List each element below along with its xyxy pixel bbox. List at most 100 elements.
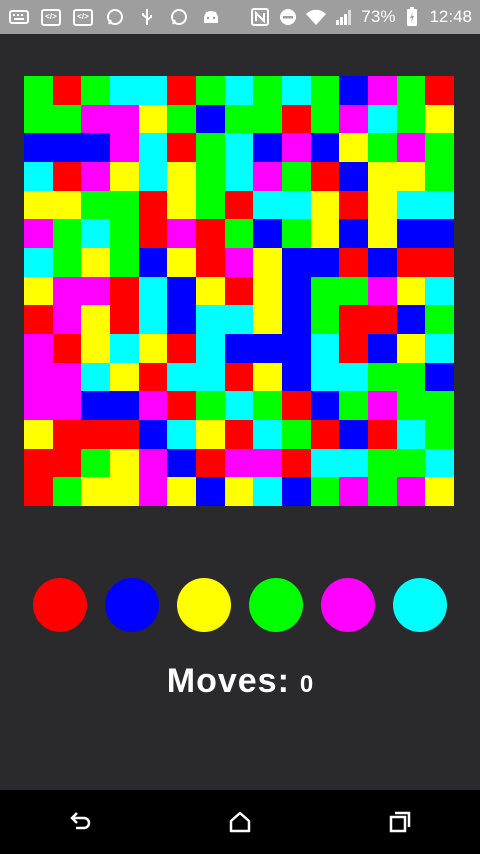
board-cell [52, 133, 82, 162]
board-cell [253, 276, 282, 306]
board-cell [81, 133, 110, 162]
home-button[interactable] [210, 802, 270, 842]
board-cell [396, 276, 426, 306]
color-button-yellow[interactable] [177, 578, 231, 632]
board-cell [224, 419, 254, 449]
board-cell [167, 391, 196, 420]
moves-value: 0 [299, 671, 314, 698]
board-cell [224, 190, 254, 220]
board-cell [281, 391, 311, 420]
board-cell [109, 477, 139, 506]
board-cell [253, 247, 282, 277]
board-cell [367, 104, 397, 134]
board-cell [195, 104, 225, 134]
board-cell [52, 477, 82, 506]
whatsapp-icon [104, 8, 126, 26]
board-cell [367, 190, 397, 220]
color-button-green[interactable] [249, 578, 303, 632]
board-cell [24, 276, 53, 306]
board-cell [52, 391, 82, 420]
color-button-cyan[interactable] [393, 578, 447, 632]
board-cell [195, 76, 225, 105]
board-cell [367, 305, 397, 334]
board-cell [253, 419, 282, 449]
board-cell [310, 419, 340, 449]
board-cell [310, 448, 340, 478]
moves-label: Moves: [166, 662, 290, 700]
board-cell [310, 161, 340, 191]
board-cell [24, 391, 53, 420]
board-cell [138, 104, 168, 134]
board-cell [339, 76, 368, 105]
board-cell [396, 247, 426, 277]
board-cell [367, 161, 397, 191]
board-cell [425, 477, 454, 506]
board-cell [367, 276, 397, 306]
board-cell [109, 161, 139, 191]
back-button[interactable] [50, 802, 110, 842]
board-cell [253, 391, 282, 420]
board-cell [81, 391, 110, 420]
board-cell [396, 333, 426, 363]
board-cell [310, 276, 340, 306]
recents-button[interactable] [370, 802, 430, 842]
board-cell [339, 247, 368, 277]
moves-counter: Moves: 0 [0, 662, 480, 701]
board-cell [339, 419, 368, 449]
board-cell [367, 419, 397, 449]
board-cell [396, 161, 426, 191]
board-cell [138, 161, 168, 191]
board-cell [195, 391, 225, 420]
board-cell [310, 190, 340, 220]
board-cell [425, 161, 454, 191]
color-button-blue[interactable] [105, 578, 159, 632]
board-cell [81, 219, 110, 248]
board-cell [224, 76, 254, 105]
color-button-red[interactable] [33, 578, 87, 632]
board-cell [81, 104, 110, 134]
board-cell [167, 419, 196, 449]
board-cell [339, 104, 368, 134]
board-cell [339, 133, 368, 162]
board-cell [138, 76, 168, 105]
board-cell [81, 190, 110, 220]
color-button-magenta[interactable] [321, 578, 375, 632]
board-cell [281, 190, 311, 220]
board-cell [310, 362, 340, 392]
board-cell [167, 362, 196, 392]
board-cell [281, 419, 311, 449]
board-cell [138, 190, 168, 220]
board-cell [109, 391, 139, 420]
board-cell [24, 190, 53, 220]
board-cell [195, 219, 225, 248]
board-cell [24, 133, 53, 162]
code-icon: </> [40, 8, 62, 26]
board-cell [109, 76, 139, 105]
board-cell [195, 161, 225, 191]
board-cell [195, 477, 225, 506]
board-cell [24, 219, 53, 248]
board-cell [339, 477, 368, 506]
board-cell [24, 305, 53, 334]
board-cell [281, 333, 311, 363]
board-cell [24, 104, 53, 134]
board-cell [224, 247, 254, 277]
board-cell [81, 276, 110, 306]
board-cell [310, 76, 340, 105]
board-cell [138, 419, 168, 449]
board-cell [425, 104, 454, 134]
board-cell [81, 247, 110, 277]
clock: 12:48 [429, 7, 472, 26]
board-cell [81, 161, 110, 191]
board-cell [310, 219, 340, 248]
board-cell [167, 305, 196, 334]
board-cell [195, 362, 225, 392]
board-cell [52, 104, 82, 134]
recents-icon [389, 811, 411, 833]
board-cell [310, 477, 340, 506]
board-cell [425, 305, 454, 334]
board-cell [253, 190, 282, 220]
board-cell [138, 133, 168, 162]
board-cell [167, 247, 196, 277]
board-cell [195, 419, 225, 449]
